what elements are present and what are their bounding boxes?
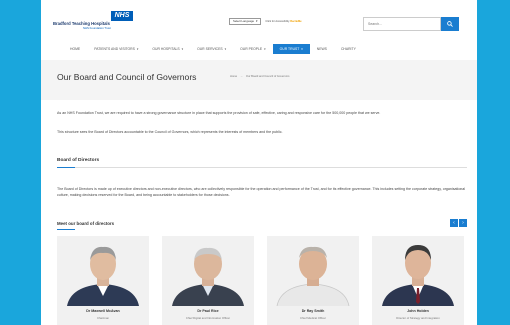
chevron-down-icon: ▾	[224, 47, 227, 51]
trust-logo[interactable]: NHS Bradford Teaching Hospitals NHS Foun…	[53, 11, 143, 33]
structure-paragraph: This structure sees the Board of Directo…	[57, 130, 283, 134]
chevron-down-icon: ▾	[256, 18, 258, 23]
heading-accent	[57, 167, 75, 168]
director-card[interactable]: Dr Paul Rice Chief Digital and Informati…	[162, 236, 254, 325]
chevron-down-icon: ▾	[264, 47, 266, 51]
nav-item-our-people[interactable]: Our People ▾	[233, 44, 273, 54]
carousel-controls: ‹ ›	[450, 219, 467, 227]
search-button[interactable]	[441, 17, 459, 31]
nav-item-our-trust[interactable]: Our Trust ▾	[272, 44, 310, 54]
director-photo	[57, 236, 149, 306]
nhs-badge: NHS	[111, 11, 133, 21]
site-header: NHS Bradford Teaching Hospitals NHS Foun…	[41, 0, 477, 42]
nav-item-home[interactable]: Home	[63, 44, 87, 54]
director-name: John Holden	[407, 309, 429, 313]
nav-item-patients-and-visitors[interactable]: Patients and Visitors ▾	[87, 44, 145, 54]
nav-item-our-hospitals[interactable]: Our Hospitals ▾	[145, 44, 190, 54]
chevron-down-icon: ▾	[136, 47, 139, 51]
director-photo	[372, 236, 464, 306]
trust-subtitle: NHS Foundation Trust	[83, 26, 111, 30]
reciteme-brand: ReciteMe	[290, 19, 302, 23]
breadcrumb-current: Our Board and Council of Governors	[245, 75, 290, 78]
chevron-right-icon[interactable]: ›	[459, 219, 467, 227]
board-heading: Board of Directors	[57, 158, 100, 163]
page-title: Our Board and Council of Governors	[57, 72, 197, 82]
director-role: Chairman	[96, 316, 110, 320]
director-role: Director of Strategy and Integration	[396, 316, 440, 320]
director-card[interactable]: Dr Ray Smith Chief Medical Officer	[267, 236, 359, 325]
director-name: Dr Maxwell McAvan	[86, 309, 120, 313]
breadcrumb: Home → Our Board and Council of Governor…	[230, 75, 289, 78]
director-role: Chief Digital and Information Officer	[185, 316, 231, 320]
nav-item-our-services[interactable]: Our Services ▾	[190, 44, 233, 54]
director-name: Dr Paul Rice	[197, 309, 219, 313]
divider	[57, 167, 467, 168]
search-input[interactable]	[363, 17, 441, 31]
board-paragraph: The Board of Directors is made up of exe…	[57, 187, 466, 197]
accessibility-bar: Select Language ▾ Click for Accessibilit…	[229, 17, 302, 25]
director-card[interactable]: John Holden Director of Strategy and Int…	[372, 236, 464, 325]
accessibility-prefix: Click for Accessibility	[265, 19, 290, 23]
intro-paragraph: As an NHS Foundation Trust, we are requi…	[57, 111, 381, 115]
language-select[interactable]: Select Language ▾	[229, 17, 262, 25]
main-nav: Home Patients and Visitors ▾ Our Hospita…	[41, 43, 477, 55]
director-card[interactable]: Dr Maxwell McAvan Chairman	[57, 236, 149, 325]
nav-item-charity[interactable]: Charity	[334, 44, 363, 54]
site-search	[363, 17, 459, 31]
page: NHS Bradford Teaching Hospitals NHS Foun…	[41, 0, 477, 325]
chevron-down-icon: ▾	[301, 47, 303, 51]
nav-item-news[interactable]: News	[310, 44, 334, 54]
language-select-label: Select Language	[233, 18, 254, 23]
search-icon	[447, 21, 453, 27]
director-role: Chief Medical Officer	[300, 316, 326, 320]
heading-accent	[57, 229, 75, 230]
meet-heading: Meet our board of directors	[57, 221, 115, 226]
chevron-right-icon: →	[240, 75, 243, 78]
chevron-down-icon: ▾	[181, 47, 184, 51]
director-photo	[162, 236, 254, 306]
director-name: Dr Ray Smith	[301, 309, 325, 313]
chevron-left-icon[interactable]: ‹	[450, 219, 458, 227]
director-photo	[267, 236, 359, 306]
accessibility-link[interactable]: Click for Accessibility ReciteMe	[265, 20, 301, 23]
breadcrumb-home[interactable]: Home	[230, 75, 237, 78]
